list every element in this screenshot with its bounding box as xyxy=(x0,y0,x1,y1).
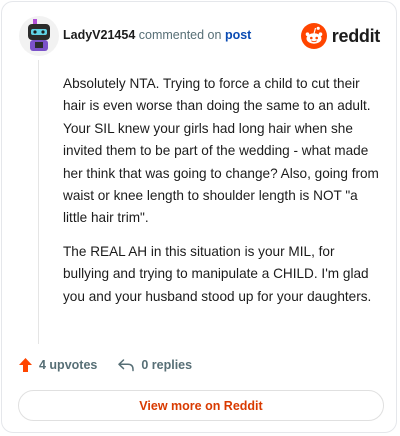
comment-header: LadyV21454 commented on post reddit xyxy=(19,16,380,56)
reddit-wordmark: reddit xyxy=(331,25,381,46)
comment-meta: LadyV21454 commented on post xyxy=(63,28,251,42)
reddit-logo[interactable]: reddit xyxy=(300,22,381,50)
upvote-count: 4 upvotes xyxy=(39,358,98,372)
reply-count: 0 replies xyxy=(141,358,193,372)
upvote-button[interactable]: 4 upvotes xyxy=(18,357,97,373)
username-link[interactable]: LadyV21454 xyxy=(63,28,135,42)
thread-line xyxy=(38,60,39,344)
reply-arrow-icon xyxy=(118,359,135,372)
view-more-button[interactable]: View more on Reddit xyxy=(18,390,384,421)
embedded-comment-card: LadyV21454 commented on post reddit Abso… xyxy=(1,1,397,433)
comment-actions: 4 upvotes 0 replies xyxy=(18,354,192,376)
comment-paragraph-2: The REAL AH in this situation is your MI… xyxy=(63,243,372,304)
reddit-snoo-icon xyxy=(300,23,327,49)
comment-body: Absolutely NTA. Trying to force a child … xyxy=(63,73,381,319)
post-link[interactable]: post xyxy=(225,28,251,42)
upvote-arrow-icon xyxy=(19,358,32,372)
comment-paragraph-1: Absolutely NTA. Trying to force a child … xyxy=(63,76,379,226)
action-text: commented on xyxy=(138,28,222,42)
reply-button[interactable]: 0 replies xyxy=(117,358,192,372)
user-avatar[interactable] xyxy=(19,16,59,56)
